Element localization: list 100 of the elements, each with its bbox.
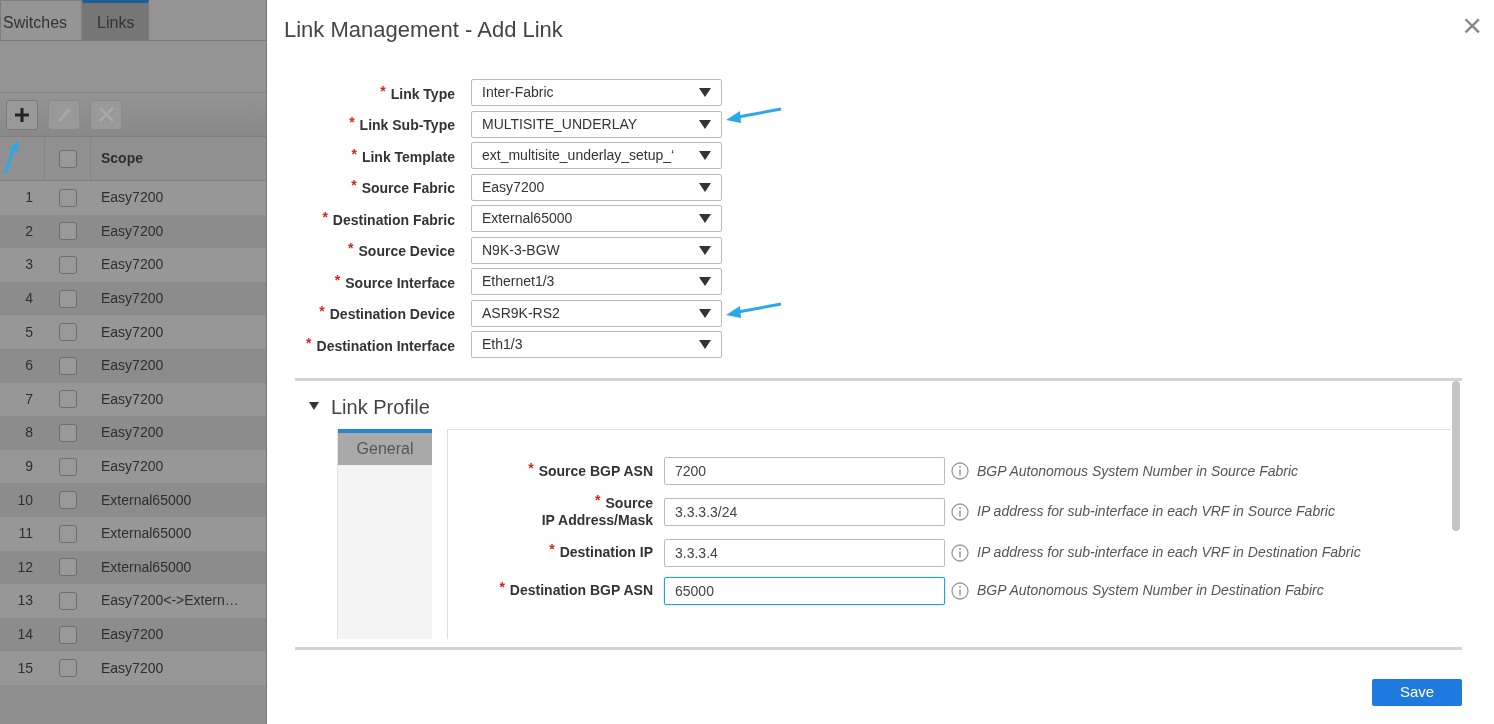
checkbox[interactable] bbox=[59, 222, 77, 241]
dropdown[interactable]: Inter-Fabric bbox=[471, 79, 722, 106]
checkbox[interactable] bbox=[59, 491, 77, 510]
row-number: 7 bbox=[25, 389, 33, 409]
required-asterisk: * bbox=[334, 271, 341, 288]
caret-icon bbox=[699, 214, 711, 223]
caret-icon bbox=[699, 119, 711, 129]
field-label: * Source Device bbox=[347, 239, 455, 261]
row-number: 14 bbox=[17, 625, 33, 644]
checkbox[interactable] bbox=[59, 423, 77, 442]
required-asterisk: * bbox=[549, 541, 555, 558]
table-cell-text: External65000 bbox=[100, 524, 192, 544]
field-label: * Link Template bbox=[350, 144, 455, 167]
required-asterisk: * bbox=[349, 114, 355, 130]
input-field[interactable]: 65000 bbox=[664, 576, 945, 605]
help-text: BGP Autonomous System Number in Destination Fabirc bbox=[977, 581, 1324, 601]
row-number: 11 bbox=[18, 524, 33, 544]
row-number: 10 bbox=[17, 490, 33, 510]
expand-triangle-icon[interactable] bbox=[309, 402, 319, 412]
info-icon bbox=[951, 502, 969, 521]
row-number: 12 bbox=[17, 557, 33, 577]
caret-icon bbox=[699, 308, 711, 318]
help-text: IP address for sub-interface in each VRF in Destination Fabric bbox=[977, 543, 1361, 563]
table-cell-text: External65000 bbox=[100, 557, 192, 577]
table-cell-text: Easy7200 bbox=[100, 625, 164, 644]
dropdown[interactable]: MULTISITE_UNDERLAY bbox=[471, 110, 722, 138]
required-asterisk: * bbox=[322, 208, 328, 225]
checkbox[interactable] bbox=[59, 625, 77, 644]
row-number: 2 bbox=[25, 221, 33, 241]
field-label: * Destination Device bbox=[318, 302, 455, 324]
table-cell-text: External65000 bbox=[100, 490, 192, 510]
required-asterisk: * bbox=[499, 579, 505, 596]
dropdown[interactable]: Easy7200 bbox=[471, 173, 722, 201]
row-number: 3 bbox=[25, 255, 33, 275]
tab[interactable]: Switches bbox=[0, 0, 83, 40]
field-label: * Source Interface bbox=[333, 270, 455, 293]
checkbox[interactable] bbox=[59, 188, 77, 207]
checkbox[interactable] bbox=[59, 524, 77, 543]
required-asterisk: * bbox=[351, 145, 357, 162]
dropdown[interactable]: ASR9K-RS2 bbox=[471, 299, 722, 327]
field-label: * Source BGP ASN bbox=[527, 462, 653, 480]
input-field[interactable]: 3.3.3.4 bbox=[664, 538, 945, 567]
caret-icon bbox=[699, 277, 711, 286]
plus-icon bbox=[13, 106, 31, 123]
field-label: * Destination Fabric bbox=[321, 207, 455, 230]
info-icon bbox=[951, 581, 969, 600]
scrollbar-thumb[interactable] bbox=[1452, 381, 1460, 531]
table-cell-text: Easy7200 bbox=[100, 658, 164, 678]
info-icon bbox=[951, 462, 969, 480]
table-cell-text: Easy7200 bbox=[100, 221, 164, 241]
dropdown[interactable]: Eth1/3 bbox=[471, 331, 722, 358]
checkbox[interactable] bbox=[59, 659, 77, 678]
required-asterisk: * bbox=[348, 240, 354, 256]
field-label: * Destination BGP ASN bbox=[498, 582, 653, 599]
table-cell-text: Easy7200<->Extern… bbox=[100, 591, 239, 611]
table-cell-text: Easy7200 bbox=[100, 457, 164, 477]
caret-icon bbox=[699, 340, 711, 349]
caret-icon bbox=[699, 88, 711, 97]
required-asterisk: * bbox=[380, 82, 386, 99]
table-cell-text: Easy7200 bbox=[100, 423, 164, 443]
row-number: 15 bbox=[17, 658, 33, 678]
close-button[interactable]: × bbox=[1462, 8, 1482, 42]
dropdown[interactable]: External65000 bbox=[471, 205, 722, 232]
table-cell-text: Easy7200 bbox=[100, 356, 164, 376]
field-label: * Source IP Address/Mask bbox=[540, 495, 653, 529]
table-cell-text: Easy7200 bbox=[100, 188, 164, 208]
add-button[interactable] bbox=[6, 99, 38, 130]
column-header: Scope bbox=[100, 149, 143, 168]
checkbox[interactable] bbox=[58, 149, 77, 168]
caret-icon bbox=[699, 245, 711, 255]
required-asterisk: * bbox=[528, 459, 534, 476]
caret-icon bbox=[699, 182, 711, 192]
table-cell-text: Easy7200 bbox=[100, 322, 164, 342]
row-number: 4 bbox=[25, 289, 33, 309]
checkbox[interactable] bbox=[59, 558, 77, 577]
checkbox[interactable] bbox=[59, 323, 77, 342]
required-asterisk: * bbox=[595, 492, 601, 508]
save-button[interactable]: Save bbox=[1372, 679, 1462, 706]
required-asterisk: * bbox=[319, 303, 325, 319]
required-asterisk: * bbox=[351, 177, 357, 193]
checkbox[interactable] bbox=[59, 289, 77, 308]
input-field[interactable]: 7200 bbox=[664, 457, 945, 485]
row-number: 9 bbox=[25, 457, 33, 477]
checkbox[interactable] bbox=[59, 457, 77, 476]
row-number: 1 bbox=[25, 188, 33, 208]
table-cell-text: Easy7200 bbox=[100, 389, 164, 409]
input-field[interactable]: 3.3.3.3/24 bbox=[664, 497, 945, 526]
dropdown[interactable]: ext_multisite_underlay_setup_‘ bbox=[471, 142, 722, 169]
dropdown[interactable]: N9K-3-BGW bbox=[471, 236, 722, 264]
dropdown[interactable]: Ethernet1/3 bbox=[471, 268, 722, 295]
help-text: BGP Autonomous System Number in Source Fabric bbox=[977, 461, 1299, 481]
checkbox[interactable] bbox=[59, 390, 77, 409]
field-label: * Source Fabric bbox=[350, 176, 455, 198]
checkbox[interactable] bbox=[59, 256, 77, 274]
section-title: Link Profile bbox=[331, 395, 430, 419]
checkbox[interactable] bbox=[59, 591, 77, 610]
row-number: 6 bbox=[25, 356, 33, 376]
checkbox[interactable] bbox=[59, 356, 77, 375]
row-number: 8 bbox=[25, 423, 33, 443]
field-label: * Link Sub-Type bbox=[348, 113, 455, 135]
